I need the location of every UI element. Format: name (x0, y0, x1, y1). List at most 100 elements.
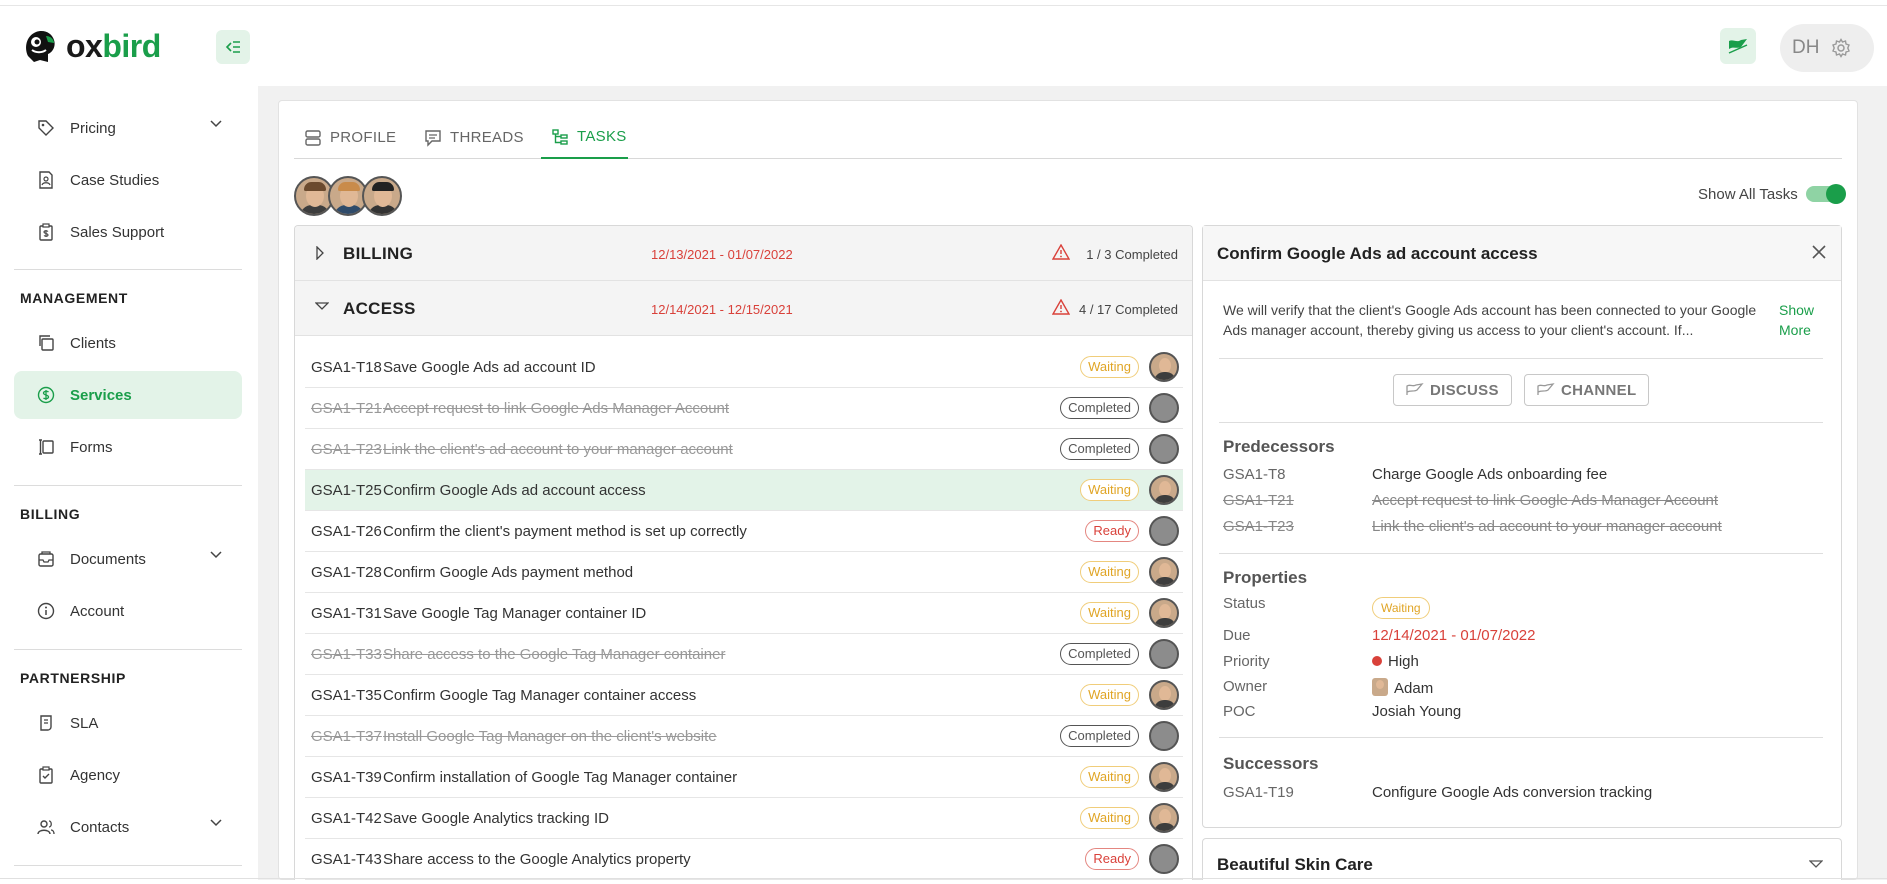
avatar[interactable] (1149, 680, 1179, 710)
task-row[interactable]: GSA1-T21 Accept request to link Google Ad… (305, 388, 1183, 429)
app-header: oxbird DH (0, 6, 1887, 86)
status-badge[interactable]: Waiting (1080, 479, 1139, 501)
status-badge[interactable]: Ready (1085, 848, 1139, 870)
task-row[interactable]: GSA1-T37 Install Google Tag Manager on th… (305, 716, 1183, 757)
group-row-billing[interactable]: BILLING 12/13/2021 - 01/07/2022 1 / 3 Co… (295, 226, 1192, 281)
avatar[interactable] (1149, 639, 1179, 669)
sidebar-item-agency[interactable]: Agency (14, 751, 242, 799)
users-icon (36, 817, 56, 837)
avatar[interactable] (1149, 721, 1179, 751)
caret-down-icon (1809, 860, 1823, 868)
tab-tasks[interactable]: TASKS (541, 116, 628, 159)
predecessor-id[interactable]: GSA1-T8 (1223, 466, 1286, 483)
collapsed-service-panel[interactable]: Beautiful Skin Care (1202, 838, 1842, 880)
task-name: Confirm installation of Google Tag Manag… (383, 769, 738, 786)
predecessor-name[interactable]: Charge Google Ads onboarding fee (1372, 466, 1607, 483)
avatar[interactable] (362, 176, 402, 216)
avatar[interactable] (1149, 844, 1179, 874)
avatar[interactable] (1149, 803, 1179, 833)
owner-name: Adam (1394, 680, 1434, 697)
poc-label: POC (1223, 703, 1256, 720)
task-row[interactable]: GSA1-T25 Confirm Google Ads ad account ac… (305, 470, 1183, 511)
successor-name[interactable]: Configure Google Ads conversion tracking (1372, 784, 1652, 801)
status-badge[interactable]: Waiting (1080, 684, 1139, 706)
predecessor-id[interactable]: GSA1-T23 (1223, 518, 1294, 535)
group-dates: 12/13/2021 - 01/07/2022 (651, 247, 793, 262)
priority-label: Priority (1223, 653, 1270, 670)
predecessor-name[interactable]: Accept request to link Google Ads Manage… (1372, 492, 1718, 509)
task-row[interactable]: GSA1-T39 Confirm installation of Google T… (305, 757, 1183, 798)
task-row[interactable]: GSA1-T31 Save Google Tag Manager containe… (305, 593, 1183, 634)
status-badge[interactable]: Waiting (1080, 766, 1139, 788)
task-name: Link the client's ad account to your man… (383, 441, 733, 458)
poc-value[interactable]: Josiah Young (1372, 703, 1461, 720)
status-badge[interactable]: Waiting (1080, 602, 1139, 624)
task-name: Confirm Google Tag Manager container acc… (383, 687, 697, 704)
task-row[interactable]: GSA1-T26 Confirm the client's payment met… (305, 511, 1183, 552)
task-row[interactable]: GSA1-T43 Share access to the Google Analy… (305, 839, 1183, 880)
predecessor-id[interactable]: GSA1-T21 (1223, 492, 1294, 509)
sidebar-item-forms[interactable]: Forms (14, 423, 242, 471)
owner-value[interactable]: Adam (1372, 678, 1433, 697)
task-row[interactable]: GSA1-T33 Share access to the Google Tag M… (305, 634, 1183, 675)
brand-logo[interactable]: oxbird (20, 26, 161, 66)
due-value[interactable]: 12/14/2021 - 01/07/2022 (1372, 627, 1535, 644)
task-id: GSA1-T21 (311, 400, 382, 417)
sidebar-item-sla[interactable]: SLA (14, 699, 242, 747)
sidebar-item-case-studies[interactable]: Case Studies (14, 156, 242, 204)
priority-value[interactable]: High (1372, 653, 1419, 670)
sidebar-section-billing: BILLING (20, 506, 81, 522)
group-dates: 12/14/2021 - 12/15/2021 (651, 302, 793, 317)
priority-dot-icon (1372, 656, 1382, 666)
successor-id[interactable]: GSA1-T19 (1223, 784, 1294, 801)
sidebar-item-pricing[interactable]: Pricing (14, 104, 242, 152)
sidebar-item-sales-support[interactable]: Sales Support (14, 208, 242, 256)
predecessor-name[interactable]: Link the client's ad account to your man… (1372, 518, 1722, 535)
info-circle-icon (36, 601, 56, 621)
status-badge[interactable]: Waiting (1080, 561, 1139, 583)
status-badge[interactable]: Waiting (1080, 807, 1139, 829)
avatar[interactable] (1149, 475, 1179, 505)
sidebar-item-contacts[interactable]: Contacts (14, 803, 242, 851)
avatar[interactable] (1149, 762, 1179, 792)
avatar[interactable] (1149, 557, 1179, 587)
task-name: Accept request to link Google Ads Manage… (383, 400, 730, 417)
status-badge[interactable]: Waiting (1080, 356, 1139, 378)
show-all-tasks-toggle[interactable] (1806, 184, 1846, 204)
tab-profile[interactable]: PROFILE (304, 116, 396, 159)
close-icon[interactable] (1811, 244, 1827, 260)
chevron-down-icon (210, 551, 222, 559)
collapse-sidebar-button[interactable] (216, 30, 250, 64)
task-row[interactable]: GSA1-T28 Confirm Google Ads payment metho… (305, 552, 1183, 593)
status-badge[interactable]: Completed (1060, 397, 1139, 419)
sidebar-item-label: Contacts (70, 818, 130, 836)
task-row[interactable]: GSA1-T23 Link the client's ad account to … (305, 429, 1183, 470)
status-badge[interactable]: Completed (1060, 643, 1139, 665)
user-menu[interactable]: DH (1780, 24, 1874, 72)
task-row[interactable]: GSA1-T18 Save Google Ads ad account ID Wai… (305, 347, 1183, 388)
task-id: GSA1-T42 (311, 810, 382, 827)
task-row[interactable]: GSA1-T35 Confirm Google Tag Manager conta… (305, 675, 1183, 716)
status-badge[interactable]: Completed (1060, 438, 1139, 460)
status-badge[interactable]: Completed (1060, 725, 1139, 747)
discuss-button[interactable]: DISCUSS (1393, 374, 1512, 406)
notification-button[interactable] (1720, 28, 1756, 64)
channel-button[interactable]: CHANNEL (1524, 374, 1650, 406)
avatar[interactable] (1149, 393, 1179, 423)
show-more-link[interactable]: Show More (1779, 300, 1823, 340)
sidebar-item-account[interactable]: Account (14, 587, 242, 635)
avatar[interactable] (1149, 434, 1179, 464)
status-badge[interactable]: Waiting (1372, 597, 1430, 619)
task-row[interactable]: GSA1-T42 Save Google Analytics tracking I… (305, 798, 1183, 839)
tab-threads[interactable]: THREADS (424, 116, 524, 159)
group-row-access[interactable]: ACCESS 12/14/2021 - 12/15/2021 4 / 17 Co… (295, 281, 1192, 336)
sidebar-item-documents[interactable]: Documents (14, 535, 242, 583)
status-badge[interactable]: Ready (1085, 520, 1139, 542)
sidebar-item-services[interactable]: Services (14, 371, 242, 419)
detail-title: Confirm Google Ads ad account access (1217, 244, 1538, 263)
avatar[interactable] (1149, 516, 1179, 546)
avatar[interactable] (1149, 352, 1179, 382)
sidebar-item-clients[interactable]: Clients (14, 319, 242, 367)
gear-icon[interactable] (1831, 38, 1851, 58)
avatar[interactable] (1149, 598, 1179, 628)
